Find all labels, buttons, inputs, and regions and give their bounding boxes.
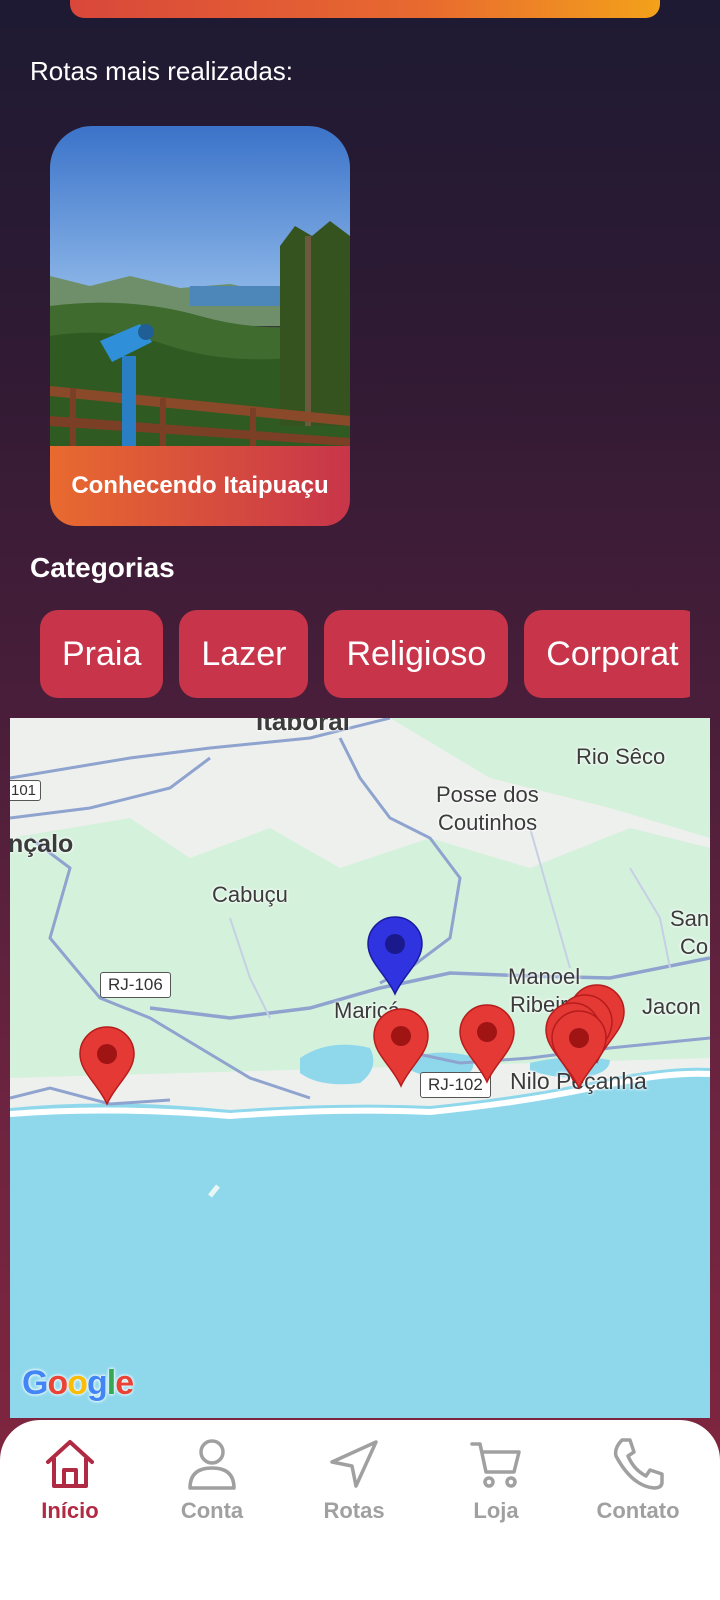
map-label-posse-1: Posse dos — [436, 782, 539, 807]
map-label-posse-2: Coutinhos — [438, 810, 538, 835]
nav-item-rotas[interactable]: Rotas — [294, 1434, 414, 1544]
map-label-san: San — [670, 906, 710, 931]
map-label-co: Co — [680, 934, 709, 959]
route-card[interactable]: Conhecendo Itaipuaçu — [50, 126, 350, 526]
categories-title: Categorias — [30, 552, 175, 583]
map-marker-red[interactable] — [78, 1026, 136, 1106]
nav-label-contato: Contato — [596, 1498, 680, 1523]
map-marker-red[interactable] — [458, 1004, 516, 1084]
map-marker-blue[interactable] — [366, 916, 424, 996]
road-shield-br101: 101 — [10, 780, 42, 801]
google-logo: Google — [22, 1364, 134, 1402]
navigation-arrow-icon — [330, 1440, 378, 1488]
map-label-cabucu: Cabuçu — [212, 882, 288, 907]
popular-routes-label: Rotas mais realizadas: — [30, 56, 293, 86]
phone-icon — [613, 1438, 664, 1490]
category-chip-religioso[interactable]: Religioso — [324, 610, 509, 698]
map-marker-red[interactable] — [550, 1010, 608, 1090]
nav-item-loja[interactable]: Loja — [436, 1434, 556, 1544]
map-label-rio-seco: Rio Sêco — [576, 744, 666, 769]
map-label-goncalo: nçalo — [10, 830, 74, 858]
cart-icon — [470, 1442, 521, 1488]
category-chip-praia[interactable]: Praia — [40, 610, 164, 698]
nav-label-conta: Conta — [180, 1498, 244, 1523]
category-chip-lazer[interactable]: Lazer — [179, 610, 309, 698]
map-view[interactable]: Itaboraí Rio Sêco Posse dos Coutinhos nç… — [10, 718, 710, 1418]
nav-item-contato[interactable]: Contato — [578, 1434, 698, 1544]
bottom-nav: Início Conta Rotas Loja Contato — [0, 1420, 720, 1600]
nav-item-inicio[interactable]: Início — [10, 1434, 130, 1544]
nav-label-inicio: Início — [41, 1498, 99, 1523]
map-label-itaborai: Itaboraí — [256, 718, 350, 736]
nav-label-rotas: Rotas — [323, 1498, 385, 1523]
nav-label-loja: Loja — [473, 1498, 519, 1523]
route-photo — [50, 126, 350, 446]
map-label-jacon: Jacon — [642, 994, 701, 1019]
road-shield-rj106: RJ-106 — [100, 972, 171, 998]
map-marker-red[interactable] — [372, 1008, 430, 1088]
route-title: Conhecendo Itaipuaçu — [50, 446, 350, 526]
user-icon — [188, 1439, 236, 1490]
nav-item-conta[interactable]: Conta — [152, 1434, 272, 1544]
top-banner[interactable] — [70, 0, 660, 18]
category-chip-corporativo[interactable]: Corporat — [524, 610, 690, 698]
home-icon — [46, 1440, 94, 1488]
categories-row[interactable]: Praia Lazer Religioso Corporat — [40, 610, 690, 700]
